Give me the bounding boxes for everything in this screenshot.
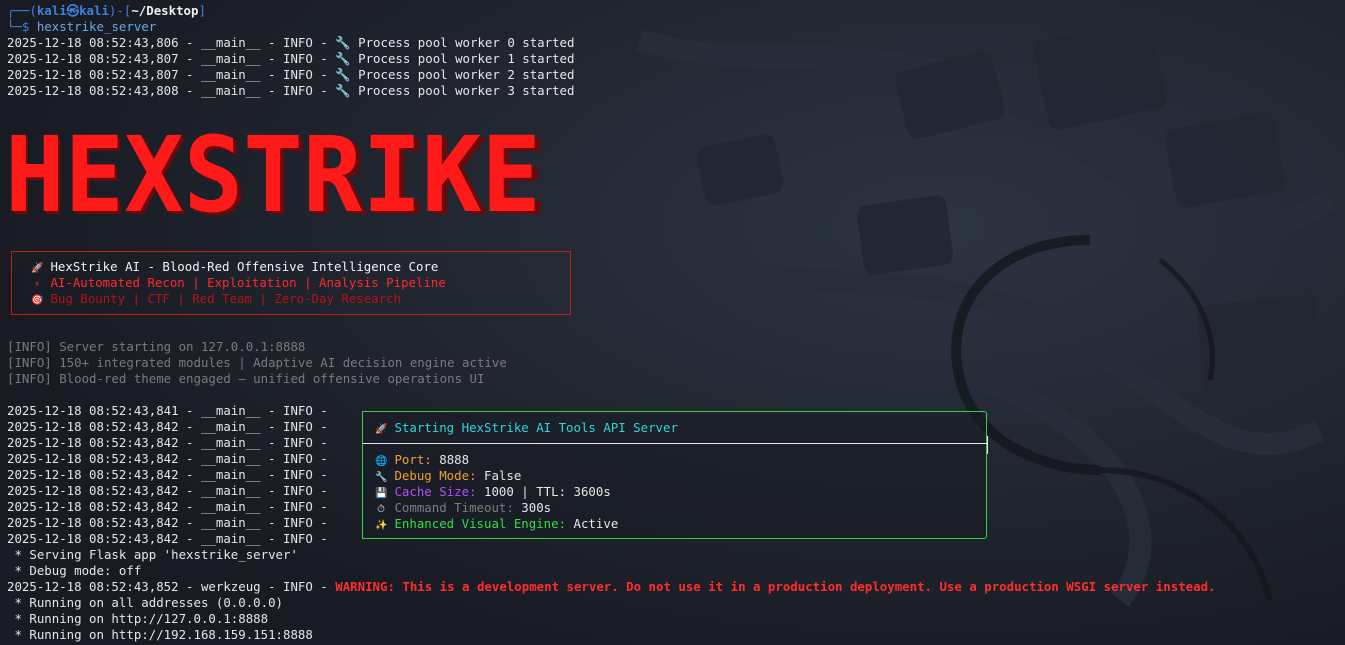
status-timeout: ⏱ Command Timeout: 300s	[375, 500, 551, 516]
startup-log-line: 2025-12-18 08:52:43,841 - __main__ - INF…	[7, 403, 328, 418]
status-port: 🌐 Port: 8888	[375, 452, 469, 468]
status-debug: 🔧 Debug Mode: False	[375, 468, 521, 484]
prompt-path: ~/Desktop	[131, 3, 199, 18]
startup-log-line: 2025-12-18 08:52:43,842 - __main__ - INF…	[7, 451, 328, 466]
worker-log-line: 2025-12-18 08:52:43,807 - __main__ - INF…	[7, 51, 575, 66]
status-divider-end	[987, 436, 988, 454]
engine-label: Enhanced Visual Engine:	[394, 516, 567, 531]
flask-debug-line: * Debug mode: off	[7, 563, 142, 578]
running-lan-line[interactable]: * Running on http://192.168.159.151:8888	[7, 627, 312, 643]
sparkles-icon: ✨	[375, 520, 388, 531]
status-divider	[363, 443, 988, 444]
info-line: [INFO] Server starting on 127.0.0.1:8888	[7, 339, 306, 354]
logo-text: HEXSTRIKE	[5, 126, 541, 222]
worker-log-line: 2025-12-18 08:52:43,807 - __main__ - INF…	[7, 67, 575, 82]
port-label: Port:	[394, 452, 432, 467]
cache-label: Cache Size:	[394, 484, 477, 499]
running-all-line: * Running on all addresses (0.0.0.0)	[7, 595, 284, 610]
prompt-symbol: └─$	[7, 19, 37, 34]
terminal-window: ┌──(kali㉿kali)-[~/Desktop] └─$ hexstrike…	[0, 0, 1345, 645]
cache-value: 1000 | TTL: 3600s	[484, 484, 611, 499]
startup-log-line: 2025-12-18 08:52:43,842 - __main__ - INF…	[7, 467, 328, 482]
timeout-value: 300s	[521, 500, 552, 515]
flask-serving-line: * Serving Flask app 'hexstrike_server'	[7, 547, 298, 562]
debug-value: False	[484, 468, 522, 483]
engine-value: Active	[573, 516, 619, 531]
server-status-box: 🚀 Starting HexStrike AI Tools API Server…	[362, 411, 988, 539]
port-value: 8888	[439, 452, 470, 467]
werkzeug-warning-line: 2025-12-18 08:52:43,852 - werkzeug - INF…	[7, 579, 1216, 595]
info-line: [INFO] 150+ integrated modules | Adaptiv…	[7, 355, 507, 370]
prompt-header: ┌──(kali㉿kali)-[~/Desktop]	[7, 3, 206, 19]
startup-log-line: 2025-12-18 08:52:43,842 - __main__ - INF…	[7, 483, 328, 498]
timeout-label: Command Timeout:	[394, 500, 514, 515]
status-title-text: Starting HexStrike AI Tools API Server	[394, 420, 678, 435]
hexstrike-logo: HEXSTRIKE HEXSTRIKE	[5, 126, 547, 222]
running-local-line[interactable]: * Running on http://127.0.0.1:8888	[7, 611, 268, 627]
startup-log-line: 2025-12-18 08:52:43,842 - __main__ - INF…	[7, 531, 328, 546]
worker-log-line: 2025-12-18 08:52:43,806 - __main__ - INF…	[7, 35, 575, 50]
debug-label: Debug Mode:	[394, 468, 477, 483]
status-engine: ✨ Enhanced Visual Engine: Active	[375, 516, 618, 532]
command-text: hexstrike_server	[36, 19, 157, 34]
prompt-user: kali㉿kali	[36, 3, 109, 18]
warning-prefix: 2025-12-18 08:52:43,852 - werkzeug - INF…	[7, 579, 336, 594]
status-cache: 💾 Cache Size: 1000 | TTL: 3600s	[375, 484, 611, 500]
prompt-end: ]	[198, 3, 206, 18]
status-title: 🚀 Starting HexStrike AI Tools API Server	[375, 420, 678, 436]
prompt-open: ┌──(	[7, 3, 37, 18]
info-line: [INFO] Blood-red theme engaged — unified…	[7, 371, 485, 386]
startup-log-line: 2025-12-18 08:52:43,842 - __main__ - INF…	[7, 499, 328, 514]
worker-log-line: 2025-12-18 08:52:43,808 - __main__ - INF…	[7, 83, 575, 98]
banner-tagline-box	[11, 251, 571, 315]
warning-text: WARNING: This is a development server. D…	[335, 579, 1216, 594]
startup-log-line: 2025-12-18 08:52:43,842 - __main__ - INF…	[7, 515, 328, 530]
prompt-close: )-[	[108, 3, 132, 18]
startup-log-line: 2025-12-18 08:52:43,842 - __main__ - INF…	[7, 419, 328, 434]
startup-log-line: 2025-12-18 08:52:43,842 - __main__ - INF…	[7, 435, 328, 450]
rocket-icon: 🚀	[375, 424, 388, 435]
prompt-command-line[interactable]: └─$ hexstrike_server	[7, 19, 156, 35]
